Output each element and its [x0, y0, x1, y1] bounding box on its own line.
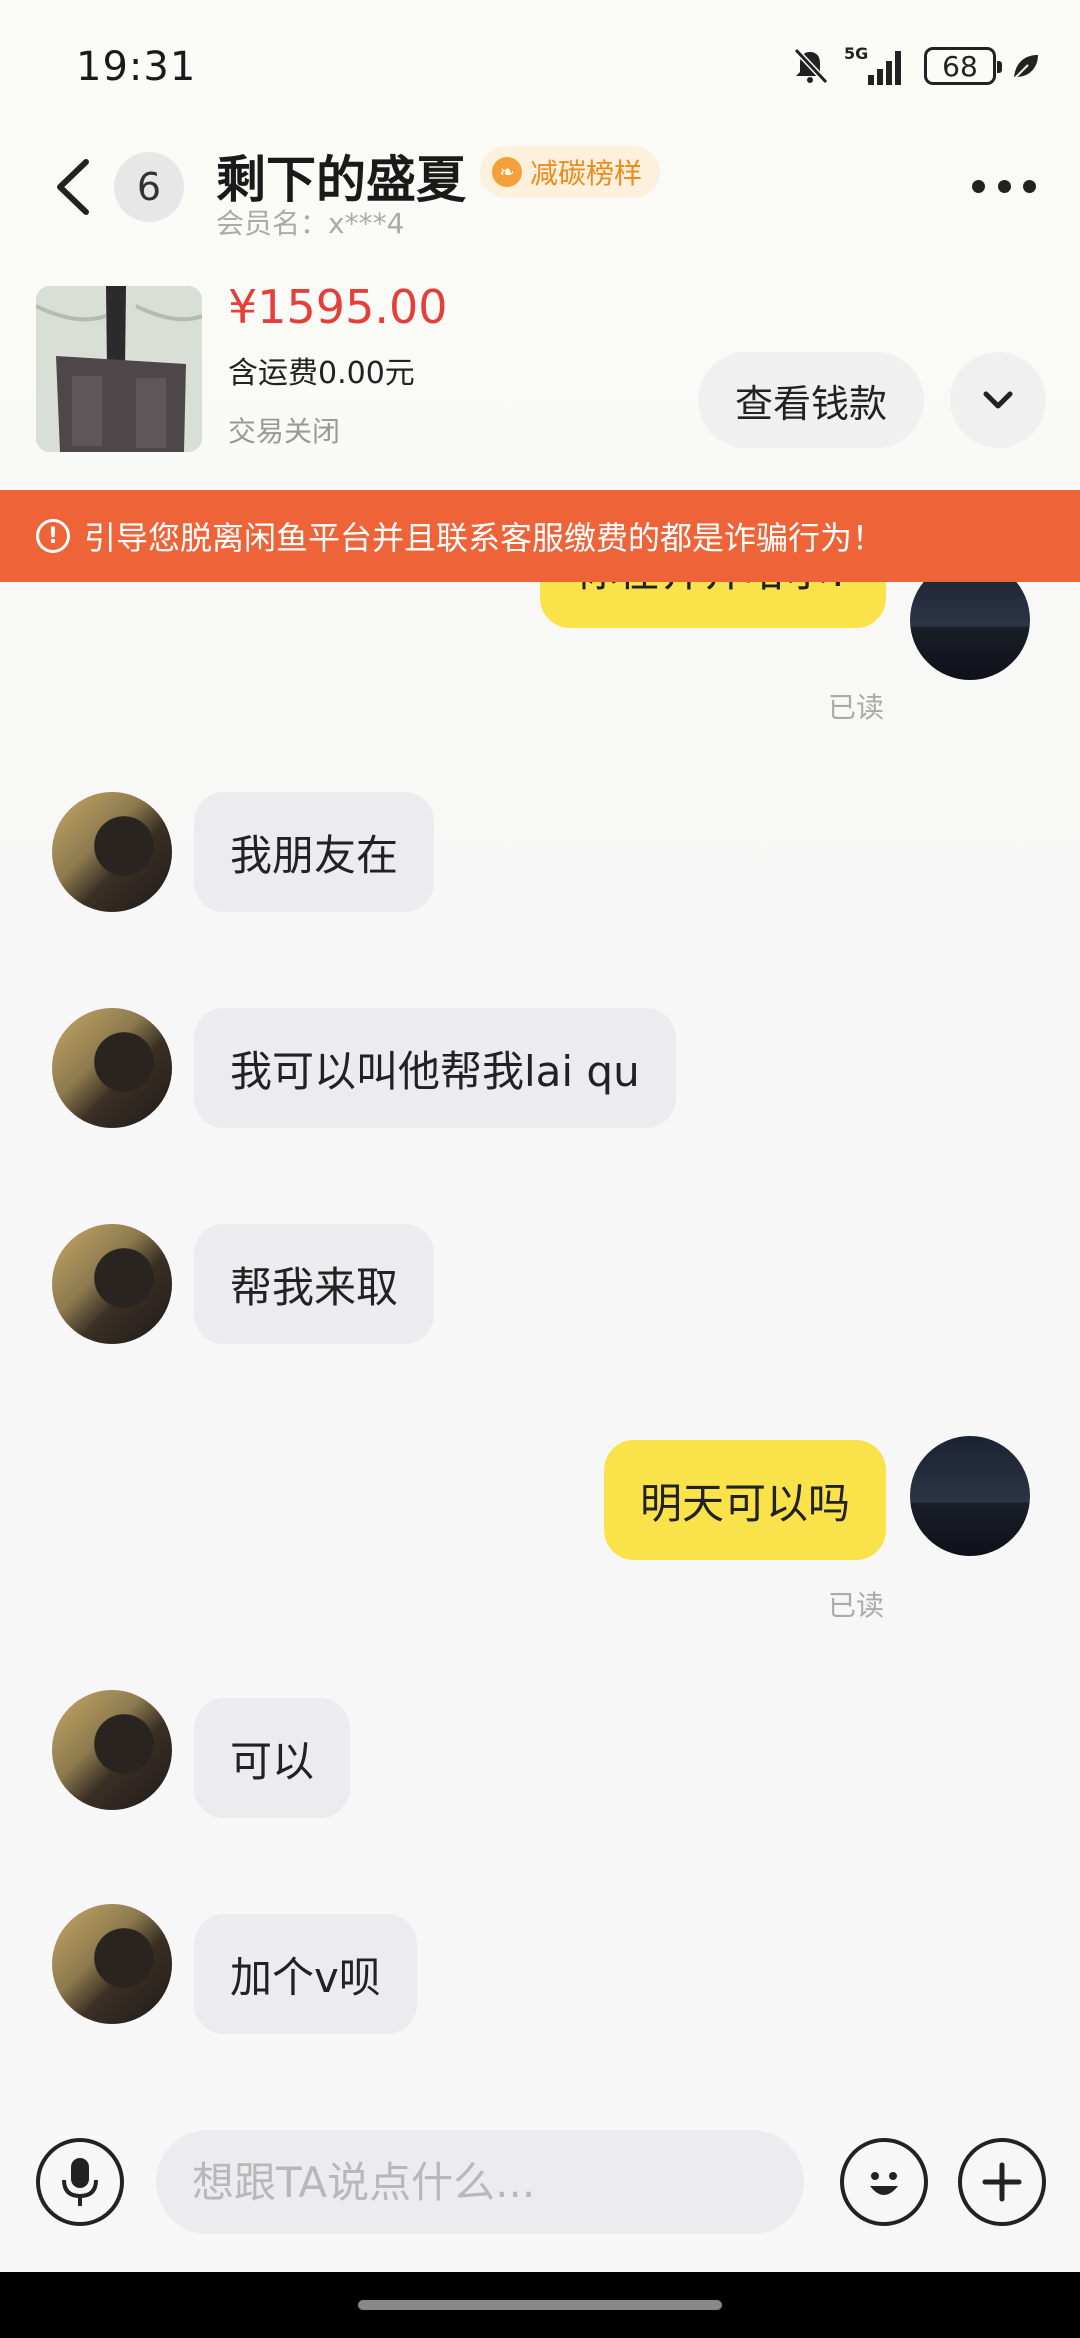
message-bubble[interactable]: 加个v呗 — [194, 1914, 417, 2034]
voice-button[interactable] — [36, 2138, 124, 2226]
leaf-icon — [1013, 55, 1038, 80]
product-card[interactable]: ¥1595.00 含运费0.00元 交易关闭 查看钱款 — [0, 280, 1080, 480]
chat-list[interactable]: 你在齐齐哈尔? 已读 我朋友在 我可以叫他帮我lai qu 帮我来取 明天可以吗… — [0, 560, 1080, 2080]
system-nav-bar — [0, 2272, 1080, 2338]
status-icons: 5G 68 — [790, 44, 1040, 88]
plus-button[interactable] — [958, 2138, 1046, 2226]
message-bubble[interactable]: 明天可以吗 — [603, 1440, 886, 1560]
emoji-button[interactable] — [840, 2138, 928, 2226]
view-payment-button[interactable]: 查看钱款 — [698, 352, 924, 448]
product-price: ¥1595.00 — [228, 280, 448, 334]
battery-icon: 68 — [924, 47, 1002, 85]
more-icon[interactable] — [972, 174, 1036, 198]
carbon-badge-label: 减碳榜样 — [530, 157, 643, 190]
trade-status: 交易关闭 — [228, 415, 341, 448]
read-receipt: 已读 — [828, 1589, 885, 1622]
input-bar — [0, 2110, 1080, 2270]
bell-mute-icon — [793, 47, 829, 85]
svg-text:5G: 5G — [844, 45, 868, 63]
message-bubble[interactable]: 我可以叫他帮我lai qu — [194, 1008, 676, 1128]
battery-level: 68 — [942, 49, 978, 83]
unread-count-badge[interactable]: 6 — [114, 152, 184, 222]
emoji-icon — [870, 2172, 898, 2195]
warning-icon: ! — [36, 519, 70, 553]
contact-avatar[interactable] — [52, 792, 172, 912]
fraud-warning-banner: ! 引导您脱离闲鱼平台并且联系客服缴费的都是诈骗行为！ — [0, 490, 1080, 582]
chevron-down-icon — [983, 391, 1013, 409]
message-bubble[interactable]: 我朋友在 — [194, 792, 435, 912]
signal-icon: 5G — [844, 45, 901, 85]
message-bubble[interactable]: 可以 — [194, 1698, 351, 1818]
contact-avatar[interactable] — [52, 1904, 172, 2024]
message-input[interactable] — [156, 2130, 804, 2234]
message-bubble[interactable]: 帮我来取 — [194, 1224, 435, 1344]
read-receipt: 已读 — [828, 691, 885, 724]
leaf-badge-icon: ❧ — [492, 157, 522, 187]
product-thumbnail[interactable] — [36, 286, 202, 452]
member-name: 会员名：x***4 — [216, 207, 405, 240]
home-indicator[interactable] — [358, 2300, 722, 2310]
plus-icon — [982, 2162, 1022, 2202]
status-time: 19:31 — [76, 44, 197, 90]
contact-avatar[interactable] — [52, 1690, 172, 1810]
shipping-fee: 含运费0.00元 — [228, 356, 415, 391]
warning-text: 引导您脱离闲鱼平台并且联系客服缴费的都是诈骗行为！ — [84, 519, 885, 557]
status-bar: 19:31 5G 68 — [0, 0, 1080, 130]
expand-button[interactable] — [950, 352, 1046, 448]
back-icon[interactable] — [48, 156, 98, 218]
contact-avatar[interactable] — [52, 1224, 172, 1344]
mic-icon — [62, 2158, 98, 2206]
chat-header: 6 剩下的盛夏 ❧ 减碳榜样 会员名：x***4 — [0, 130, 1080, 270]
contact-avatar[interactable] — [52, 1008, 172, 1128]
carbon-badge[interactable]: ❧ 减碳榜样 — [480, 146, 661, 198]
self-avatar[interactable] — [910, 1436, 1030, 1556]
